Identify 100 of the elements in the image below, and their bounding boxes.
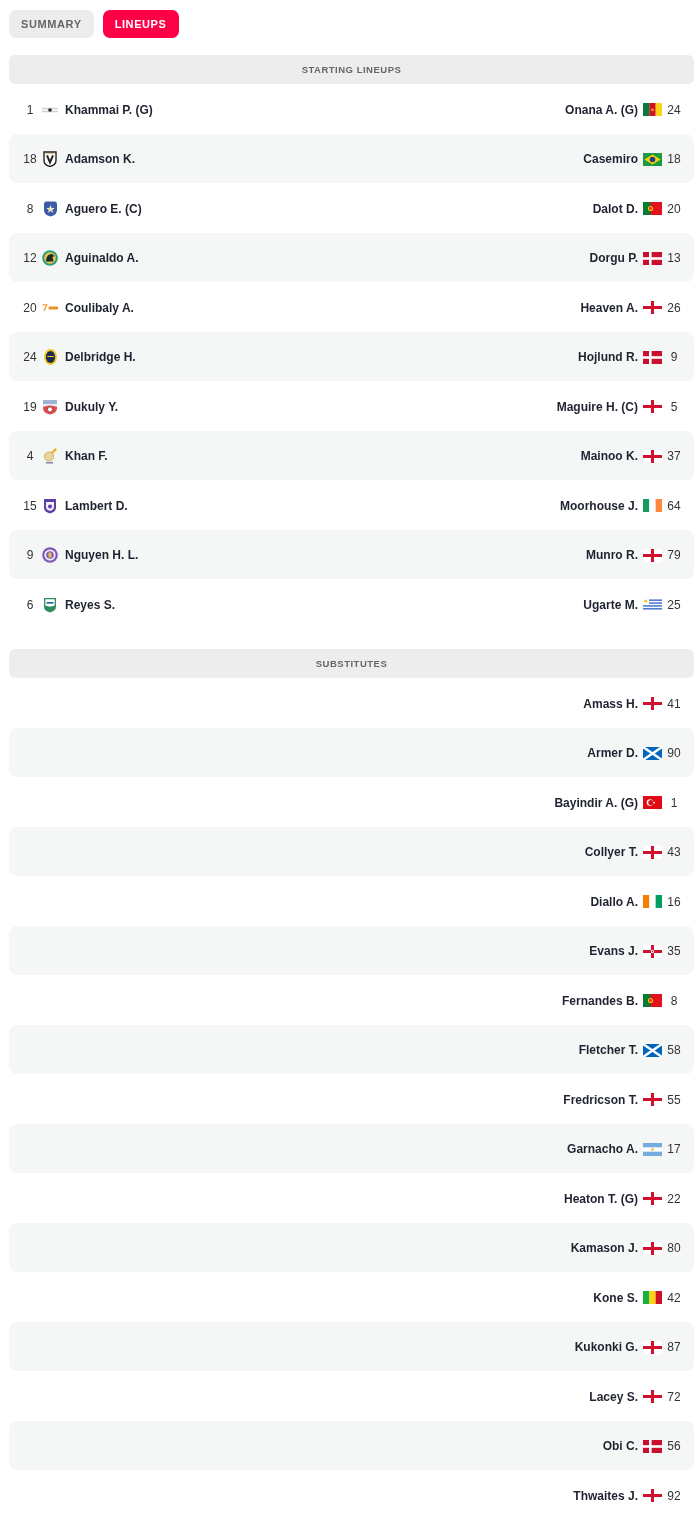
shirt-number: 58 — [666, 1043, 682, 1058]
player-name: Casemiro — [583, 152, 638, 167]
player-name: Aguinaldo A. — [65, 251, 139, 266]
player-name: Fredricson T. — [563, 1092, 638, 1107]
shirt-number: 25 — [666, 597, 682, 612]
player-name: Evans J. — [589, 944, 638, 959]
shirt-number: 16 — [666, 894, 682, 909]
logo-icon — [42, 304, 58, 312]
shirt-number: 20 — [22, 300, 38, 315]
section-header: SUBSTITUTES — [9, 649, 694, 678]
player-name: Kukonki G. — [574, 1340, 638, 1355]
flag-icon — [643, 350, 662, 364]
shirt-number: 12 — [22, 251, 38, 266]
shirt-number: 35 — [666, 944, 682, 959]
player-name: Munro R. — [586, 548, 638, 563]
round-crest-icon — [42, 547, 58, 564]
shield-icon — [43, 151, 57, 168]
shield-icon — [43, 596, 57, 613]
shield-icon — [43, 497, 57, 514]
shirt-number: 18 — [22, 152, 38, 167]
shirt-number: 56 — [666, 1439, 682, 1454]
flag-icon — [643, 796, 662, 810]
shirt-number: 17 — [666, 1142, 682, 1157]
flag-icon — [643, 944, 662, 958]
flag-icon — [643, 1241, 662, 1255]
section-header: STARTING LINEUPS — [9, 55, 694, 84]
player-name: Onana A. (G) — [565, 102, 638, 117]
flag-icon — [643, 697, 662, 711]
player-name: Hojlund R. — [578, 350, 638, 365]
flag-icon — [643, 1291, 662, 1305]
player-name: Dalot D. — [592, 201, 638, 216]
flag-icon — [643, 1489, 662, 1503]
shirt-number: 92 — [666, 1488, 682, 1503]
shirt-number: 87 — [666, 1340, 682, 1355]
player-name: Dukuly Y. — [65, 399, 119, 414]
flag-icon — [643, 449, 662, 463]
flag-icon — [643, 895, 662, 909]
tab[interactable]: LINEUPS — [102, 10, 179, 38]
shirt-number: 4 — [25, 449, 35, 464]
shirt-number: 80 — [666, 1241, 682, 1256]
player-name: Fernandes B. — [561, 993, 638, 1008]
player-name: Amass H. — [583, 696, 638, 711]
flag-icon — [643, 103, 662, 117]
flag-icon — [643, 1390, 662, 1404]
player-name: Heaton T. (G) — [564, 1191, 638, 1206]
tab[interactable]: SUMMARY — [9, 10, 94, 38]
player-name: Obi C. — [602, 1439, 638, 1454]
player-name: Thwaites J. — [573, 1488, 638, 1503]
shirt-number: 19 — [22, 399, 38, 414]
shirt-number: 37 — [666, 449, 682, 464]
shirt-number: 24 — [22, 350, 38, 365]
oval-crest-icon — [43, 349, 57, 366]
flag-icon — [643, 301, 662, 315]
shirt-number: 79 — [666, 548, 682, 563]
player-name: Coulibaly A. — [65, 300, 134, 315]
player-name: Khan F. — [65, 449, 108, 464]
shirt-number: 15 — [22, 498, 38, 513]
shirt-number: 9 — [25, 548, 35, 563]
shirt-number: 18 — [666, 152, 682, 167]
shirt-number: 13 — [666, 251, 682, 266]
player-name: Bayindir A. (G) — [554, 795, 638, 810]
player-name: Nguyen H. L. — [65, 548, 139, 563]
flag-icon — [643, 400, 662, 414]
flag-icon — [643, 202, 662, 216]
crest-icon — [43, 448, 57, 465]
shirt-number: 90 — [666, 746, 682, 761]
player-name: Moorhouse J. — [560, 498, 638, 513]
player-name: Armer D. — [587, 746, 638, 761]
player-name: Kamason J. — [570, 1241, 638, 1256]
shirt-number: 64 — [666, 498, 682, 513]
shirt-number: 9 — [669, 350, 679, 365]
flag-icon — [643, 746, 662, 760]
player-name: Kone S. — [593, 1290, 638, 1305]
flag-icon — [643, 548, 662, 562]
player-name: Ugarte M. — [583, 597, 638, 612]
player-name: Collyer T. — [584, 845, 638, 860]
shirt-number: 1 — [25, 102, 35, 117]
flag-icon — [643, 499, 662, 513]
player-name: Mainoo K. — [580, 449, 638, 464]
flag-icon — [643, 152, 662, 166]
flag-icon — [643, 1192, 662, 1206]
flag-icon — [643, 1142, 662, 1156]
flag-icon — [643, 1043, 662, 1057]
shirt-number: 24 — [666, 102, 682, 117]
player-name: Lambert D. — [65, 498, 128, 513]
flag-icon — [643, 994, 662, 1008]
shirt-number: 41 — [666, 696, 682, 711]
pennant-icon — [42, 106, 58, 113]
flag-icon — [643, 1439, 662, 1453]
player-name: Aguero E. (C) — [65, 201, 142, 216]
shirt-number: 8 — [669, 993, 679, 1008]
shield-icon — [42, 398, 58, 415]
player-name: Khammai P. (G) — [65, 102, 153, 117]
shirt-number: 22 — [666, 1191, 682, 1206]
shirt-number: 42 — [666, 1290, 682, 1305]
player-name: Delbridge H. — [65, 350, 136, 365]
flag-icon — [643, 1093, 662, 1107]
shield-icon — [42, 200, 58, 217]
shirt-number: 8 — [25, 201, 35, 216]
player-name: Maguire H. (C) — [556, 399, 638, 414]
